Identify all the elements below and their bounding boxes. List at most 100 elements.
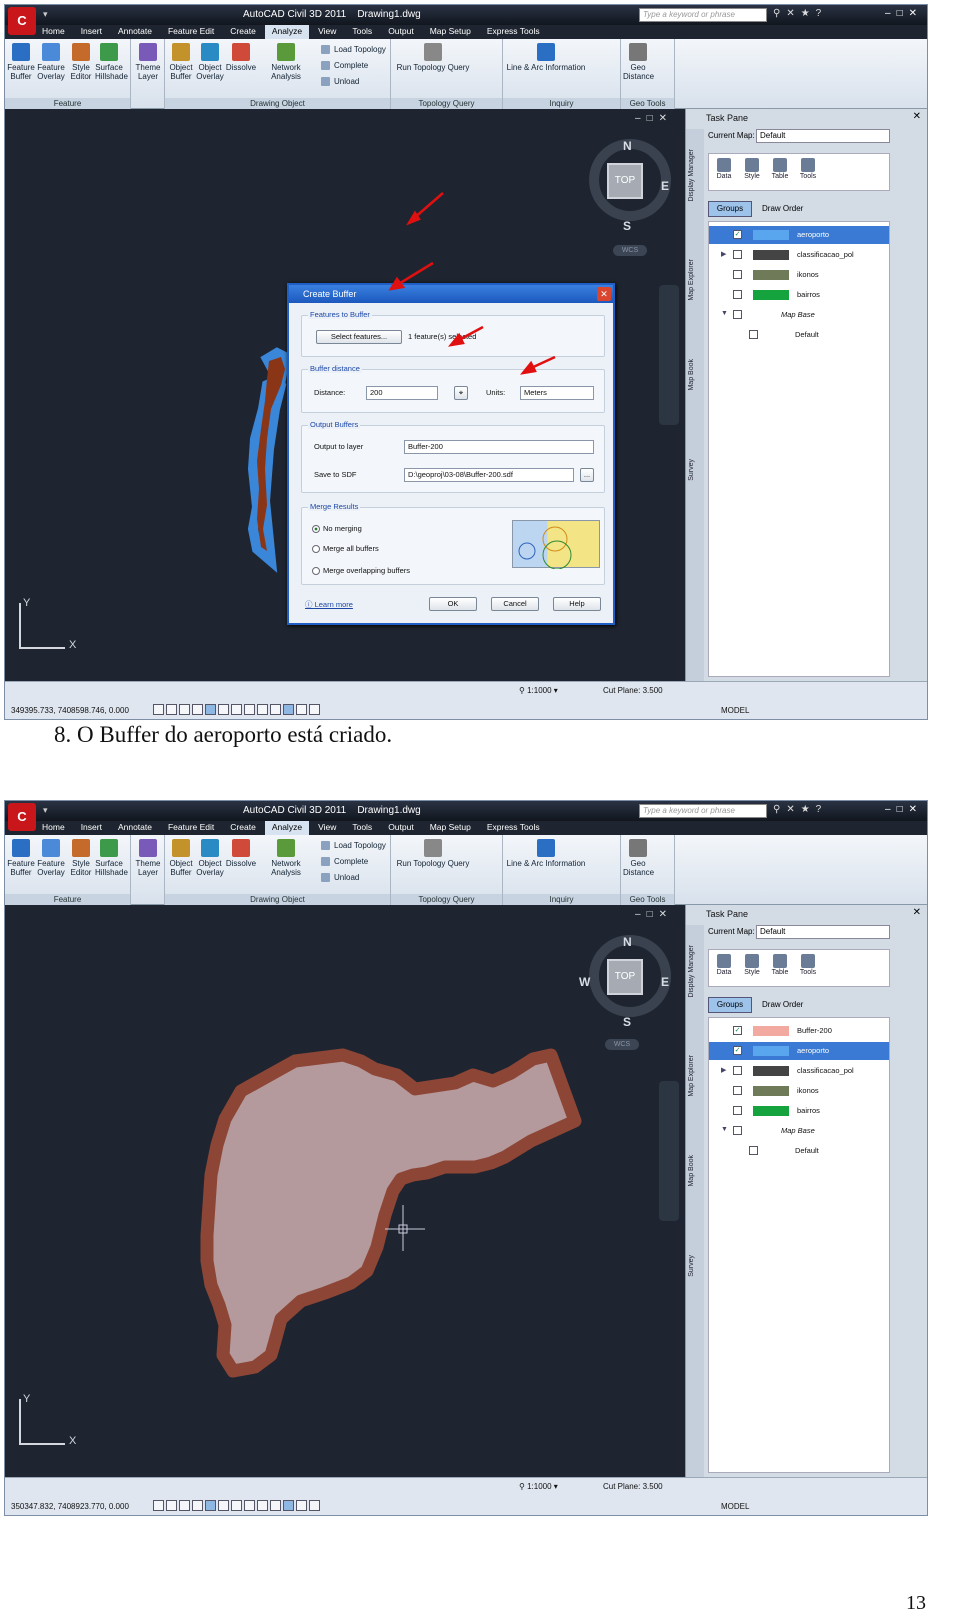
draw-order-button[interactable]: Draw Order [762, 997, 803, 1013]
layer-row[interactable]: ▼ Map Base [709, 1122, 889, 1140]
tab-map-book[interactable]: Map Book [688, 1155, 702, 1187]
tab-display-manager[interactable]: Display Manager [688, 149, 702, 202]
tab-express-tools[interactable]: Express Tools [480, 821, 547, 835]
layer-visibility-checkbox[interactable] [733, 1126, 742, 1135]
ribbon-drawing-3-button[interactable]: Network Analysis [257, 839, 315, 877]
layer-visibility-checkbox[interactable] [733, 1086, 742, 1095]
quick-access-toolbar[interactable]: ▾ [43, 9, 48, 20]
window-controls[interactable]: –□✕ [885, 8, 923, 19]
expand-icon[interactable]: ▶ [721, 1066, 726, 1074]
ribbon-drawing-3-button[interactable]: Network Analysis [257, 43, 315, 81]
tab-create[interactable]: Create [223, 25, 263, 39]
style-button[interactable]: Style [741, 954, 763, 982]
ribbon-drawing-2-button[interactable]: Dissolve [225, 839, 257, 868]
ribbon-drawing-0-button[interactable]: Object Buffer [167, 43, 195, 81]
current-map-select[interactable]: Default [756, 129, 890, 143]
infocenter-icons[interactable]: ⚲✕★? [773, 8, 827, 19]
tab-analyze[interactable]: Analyze [264, 25, 310, 39]
ribbon-drawing-1-button[interactable]: Object Overlay [195, 43, 225, 81]
data-button[interactable]: Data [713, 954, 735, 982]
data-button[interactable]: Data [713, 158, 735, 186]
tab-analyze[interactable]: Analyze [264, 821, 310, 835]
annotation-scale[interactable]: ⚲ 1:1000 ▾ [519, 686, 558, 695]
groups-button[interactable]: Groups [708, 997, 752, 1013]
ribbon-load-topology-button[interactable]: Load Topology [321, 45, 386, 55]
annotation-scale[interactable]: ⚲ 1:1000 ▾ [519, 1482, 558, 1491]
table-button[interactable]: Table [769, 158, 791, 186]
ribbon-load-topology-button[interactable]: Load Topology [321, 841, 386, 851]
infocenter-icons[interactable]: ⚲✕★? [773, 804, 827, 815]
ribbon-unload-button[interactable]: Unload [321, 77, 359, 87]
close-icon[interactable]: ✕ [913, 111, 921, 122]
tools-button[interactable]: Tools [797, 158, 819, 186]
drafting-toggles[interactable] [153, 704, 320, 715]
tab-output[interactable]: Output [381, 25, 421, 39]
navigation-bar[interactable] [659, 1081, 679, 1221]
layer-row[interactable]: Default [709, 326, 889, 344]
window-controls[interactable]: –□✕ [885, 804, 923, 815]
layer-visibility-checkbox[interactable] [749, 330, 758, 339]
quick-access-toolbar[interactable]: ▾ [43, 805, 48, 816]
ribbon-feature-1-button[interactable]: Feature Overlay [37, 839, 65, 877]
layer-visibility-checkbox[interactable] [733, 290, 742, 299]
tab-annotate[interactable]: Annotate [111, 25, 159, 39]
layer-visibility-checkbox[interactable] [733, 270, 742, 279]
layer-visibility-checkbox[interactable] [733, 1106, 742, 1115]
layer-row[interactable]: ▶ classificacao_pol [709, 1062, 889, 1080]
tab-feature-edit[interactable]: Feature Edit [161, 821, 221, 835]
tab-express-tools[interactable]: Express Tools [480, 25, 547, 39]
ribbon-theme-layer-button[interactable]: Theme Layer [133, 839, 163, 877]
ribbon-feature-0-button[interactable]: Feature Buffer [7, 43, 35, 81]
layer-visibility-checkbox[interactable]: ✓ [733, 230, 742, 239]
run-topology-query-button[interactable]: Run Topology Query [393, 43, 473, 72]
tab-map-explorer[interactable]: Map Explorer [688, 259, 702, 301]
table-button[interactable]: Table [769, 954, 791, 982]
drawing-canvas[interactable]: –□✕ N E S W TOP WCS Y X [5, 905, 683, 1477]
tab-view[interactable]: View [311, 25, 343, 39]
tab-home[interactable]: Home [35, 821, 72, 835]
drawing-canvas[interactable]: –□✕ N E S TOP WCS Y X Create Buffer ✕ Fe… [5, 109, 683, 681]
ribbon-unload-button[interactable]: Unload [321, 873, 359, 883]
tab-map-setup[interactable]: Map Setup [423, 25, 478, 39]
tab-home[interactable]: Home [35, 25, 72, 39]
layer-row[interactable]: bairros [709, 1102, 889, 1120]
drafting-toggles[interactable] [153, 1500, 320, 1511]
layer-visibility-checkbox[interactable] [733, 310, 742, 319]
tab-insert[interactable]: Insert [74, 821, 109, 835]
layer-row[interactable]: ▼ Map Base [709, 306, 889, 324]
line-arc-information-button[interactable]: Line & Arc Information [505, 43, 587, 72]
layer-row[interactable]: ikonos [709, 266, 889, 284]
expand-icon[interactable]: ▼ [721, 310, 728, 317]
viewport-controls[interactable]: –□✕ [635, 909, 673, 920]
layer-row[interactable]: ✓ aeroporto [709, 226, 889, 244]
search-input[interactable]: Type a keyword or phrase [639, 804, 767, 818]
layer-visibility-checkbox[interactable]: ✓ [733, 1046, 742, 1055]
tab-tools[interactable]: Tools [345, 25, 379, 39]
application-menu-button[interactable]: C [8, 7, 36, 35]
layer-visibility-checkbox[interactable]: ✓ [733, 1026, 742, 1035]
ribbon-complete-button[interactable]: Complete [321, 857, 368, 867]
ribbon-feature-0-button[interactable]: Feature Buffer [7, 839, 35, 877]
layer-visibility-checkbox[interactable] [733, 250, 742, 259]
layer-row[interactable]: ikonos [709, 1082, 889, 1100]
expand-icon[interactable]: ▶ [721, 250, 726, 258]
ribbon-feature-2-button[interactable]: Style Editor [67, 839, 95, 877]
wcs-menu[interactable]: WCS [605, 1039, 639, 1050]
close-icon[interactable]: ✕ [913, 907, 921, 918]
application-menu-button[interactable]: C [8, 803, 36, 831]
ribbon-drawing-0-button[interactable]: Object Buffer [167, 839, 195, 877]
style-button[interactable]: Style [741, 158, 763, 186]
viewcube-top[interactable]: TOP [607, 959, 643, 995]
layer-row[interactable]: Default [709, 1142, 889, 1160]
tab-survey[interactable]: Survey [688, 1255, 702, 1277]
tools-button[interactable]: Tools [797, 954, 819, 982]
model-space-button[interactable]: MODEL [721, 706, 749, 715]
ribbon-feature-3-button[interactable]: Surface Hillshade [95, 839, 128, 877]
geo-distance-button[interactable]: Geo Distance [623, 839, 654, 877]
geo-distance-button[interactable]: Geo Distance [623, 43, 654, 81]
layer-row[interactable]: bairros [709, 286, 889, 304]
ribbon-complete-button[interactable]: Complete [321, 61, 368, 71]
current-map-select[interactable]: Default [756, 925, 890, 939]
tab-annotate[interactable]: Annotate [111, 821, 159, 835]
ribbon-feature-1-button[interactable]: Feature Overlay [37, 43, 65, 81]
